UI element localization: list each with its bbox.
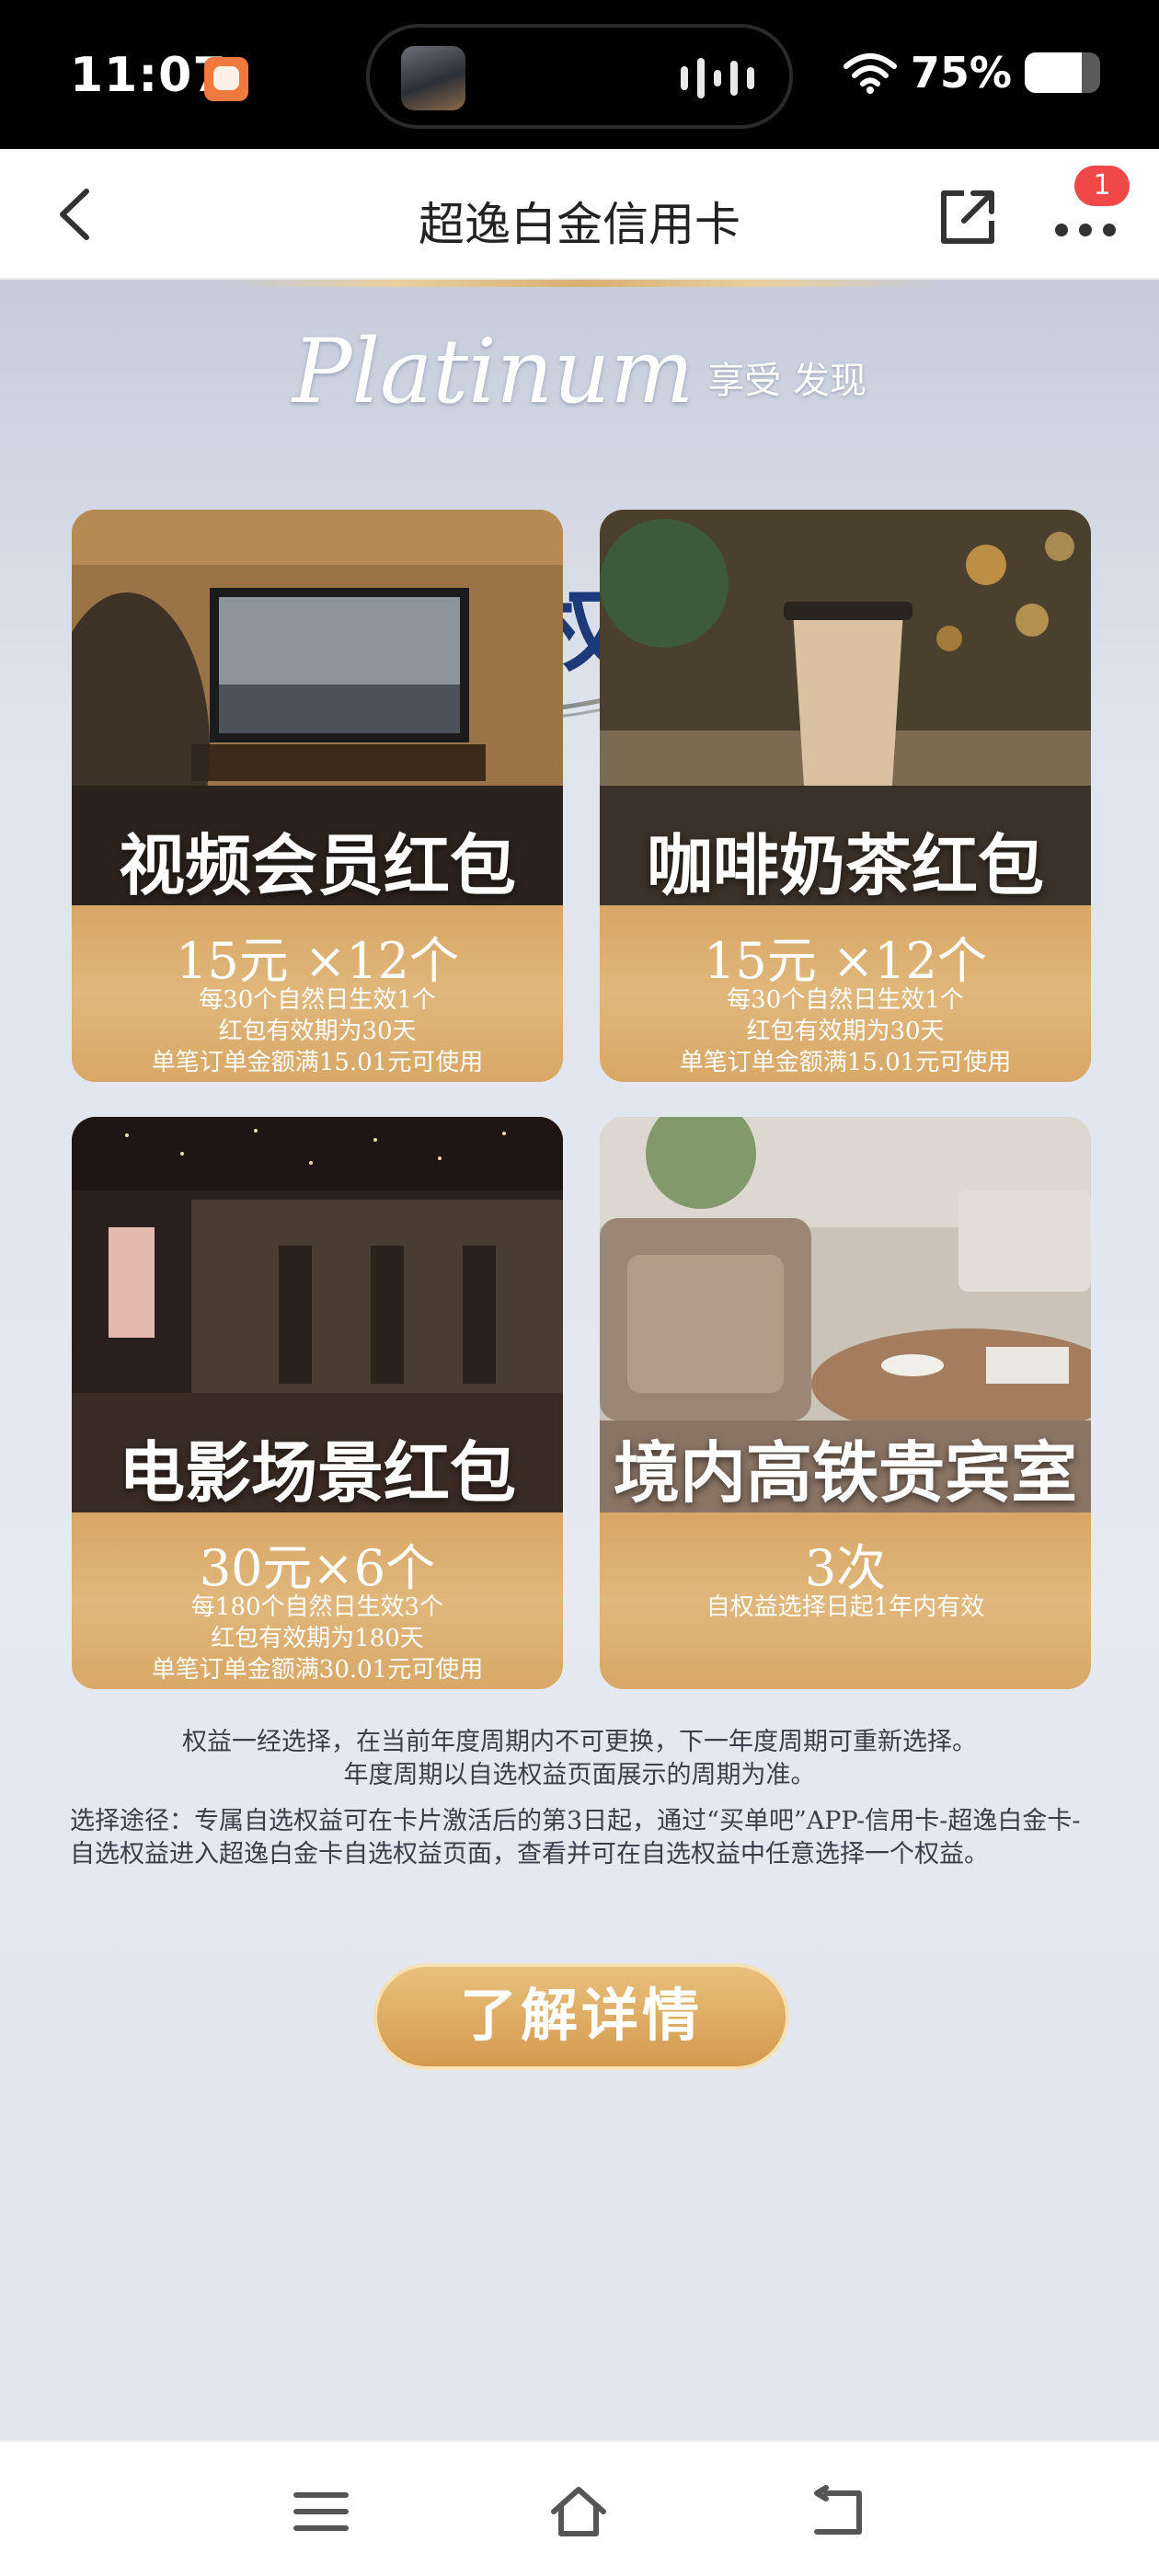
card-desc-line: 红包有效期为30天	[746, 1018, 945, 1045]
card-desc-line: 单笔订单金额满15.01元可使用	[151, 1049, 484, 1076]
card-description: 自权益选择日起1年内有效	[600, 1592, 1091, 1623]
benefit-card-lounge[interactable]: 境内高铁贵宾室 3次 自权益选择日起1年内有效	[600, 1117, 1091, 1689]
selection-rule-note: 权益一经选择，在当前年度周期内不可更换，下一年度周期可重新选择。 年度周期以自选…	[55, 1726, 1104, 1792]
wifi-icon	[843, 53, 897, 94]
card-desc-line: 自权益选择日起1年内有效	[706, 1593, 985, 1621]
card-amount: 15元 ×12个	[176, 932, 459, 990]
card-amount: 15元 ×12个	[704, 932, 987, 990]
card-amount: 3次	[804, 1539, 887, 1597]
card-description: 每30个自然日生效1个 红包有效期为30天 单笔订单金额满15.01元可使用	[600, 984, 1091, 1078]
dynamic-island[interactable]	[366, 24, 793, 129]
card-title: 境内高铁贵宾室	[613, 1434, 1077, 1512]
card-desc-line: 红包有效期为30天	[218, 1018, 417, 1045]
menu-icon[interactable]	[291, 2484, 351, 2539]
status-indicators: 75%	[843, 48, 1100, 98]
battery-percent: 75%	[910, 48, 1012, 98]
card-description: 每30个自然日生效1个 红包有效期为30天 单笔订单金额满15.01元可使用	[72, 984, 563, 1078]
gold-divider	[221, 280, 938, 287]
card-description: 每180个自然日生效3个 红包有效期为180天 单笔订单金额满30.01元可使用	[72, 1592, 563, 1685]
brand-slogan: 享受 发现	[707, 360, 867, 402]
card-desc-line: 每30个自然日生效1个	[727, 986, 964, 1014]
benefit-card-video[interactable]: 视频会员红包 15元 ×12个 每30个自然日生效1个 红包有效期为30天 单笔…	[72, 510, 563, 1082]
card-title: 咖啡奶茶红包	[646, 827, 1044, 904]
brand-logo: Platinum 享受 发现	[0, 320, 1159, 423]
note-line: 权益一经选择，在当前年度周期内不可更换，下一年度周期可重新选择。	[182, 1728, 977, 1756]
card-details: 3次 自权益选择日起1年内有效	[600, 1512, 1091, 1689]
home-icon[interactable]	[548, 2484, 609, 2539]
notification-badge: 1	[1074, 166, 1130, 206]
benefit-card-movie[interactable]: 电影场景红包 30元×6个 每180个自然日生效3个 红包有效期为180天 单笔…	[72, 1117, 563, 1689]
card-amount: 30元×6个	[199, 1539, 436, 1597]
app-icon	[204, 57, 248, 101]
card-title: 电影场景红包	[118, 1434, 516, 1512]
status-bar: 11:07 75%	[0, 0, 1159, 149]
card-details: 30元×6个 每180个自然日生效3个 红包有效期为180天 单笔订单金额满30…	[72, 1512, 563, 1689]
selection-path-note: 选择途径：专属自选权益可在卡片激活后的第3日起，通过“买单吧”APP-信用卡-超…	[70, 1807, 1081, 1869]
card-desc-line: 单笔订单金额满15.01元可使用	[679, 1049, 1012, 1076]
learn-more-button[interactable]: 了解详情	[373, 1963, 789, 2070]
back-icon[interactable]	[808, 2484, 868, 2539]
card-desc-line: 每30个自然日生效1个	[199, 986, 436, 1014]
card-desc-line: 单笔订单金额满30.01元可使用	[151, 1656, 484, 1684]
media-thumb-icon	[401, 46, 465, 110]
share-icon[interactable]	[931, 180, 1004, 254]
card-desc-line: 红包有效期为180天	[211, 1625, 424, 1652]
brand-script: Platinum	[292, 320, 694, 423]
audio-wave-icon	[681, 55, 754, 101]
card-details: 15元 ×12个 每30个自然日生效1个 红包有效期为30天 单笔订单金额满15…	[72, 905, 563, 1082]
note-line: 年度周期以自选权益页面展示的周期为准。	[343, 1761, 816, 1789]
nav-bar: 超逸白金信用卡	[0, 149, 1159, 280]
battery-icon	[1025, 52, 1100, 93]
system-nav-bar	[0, 2440, 1159, 2576]
card-title: 视频会员红包	[118, 827, 516, 904]
benefit-card-coffee[interactable]: 咖啡奶茶红包 15元 ×12个 每30个自然日生效1个 红包有效期为30天 单笔…	[600, 510, 1091, 1082]
card-details: 15元 ×12个 每30个自然日生效1个 红包有效期为30天 单笔订单金额满15…	[600, 905, 1091, 1082]
card-desc-line: 每180个自然日生效3个	[190, 1593, 444, 1621]
battery-fill	[1025, 52, 1082, 93]
status-time: 11:07	[70, 48, 227, 103]
